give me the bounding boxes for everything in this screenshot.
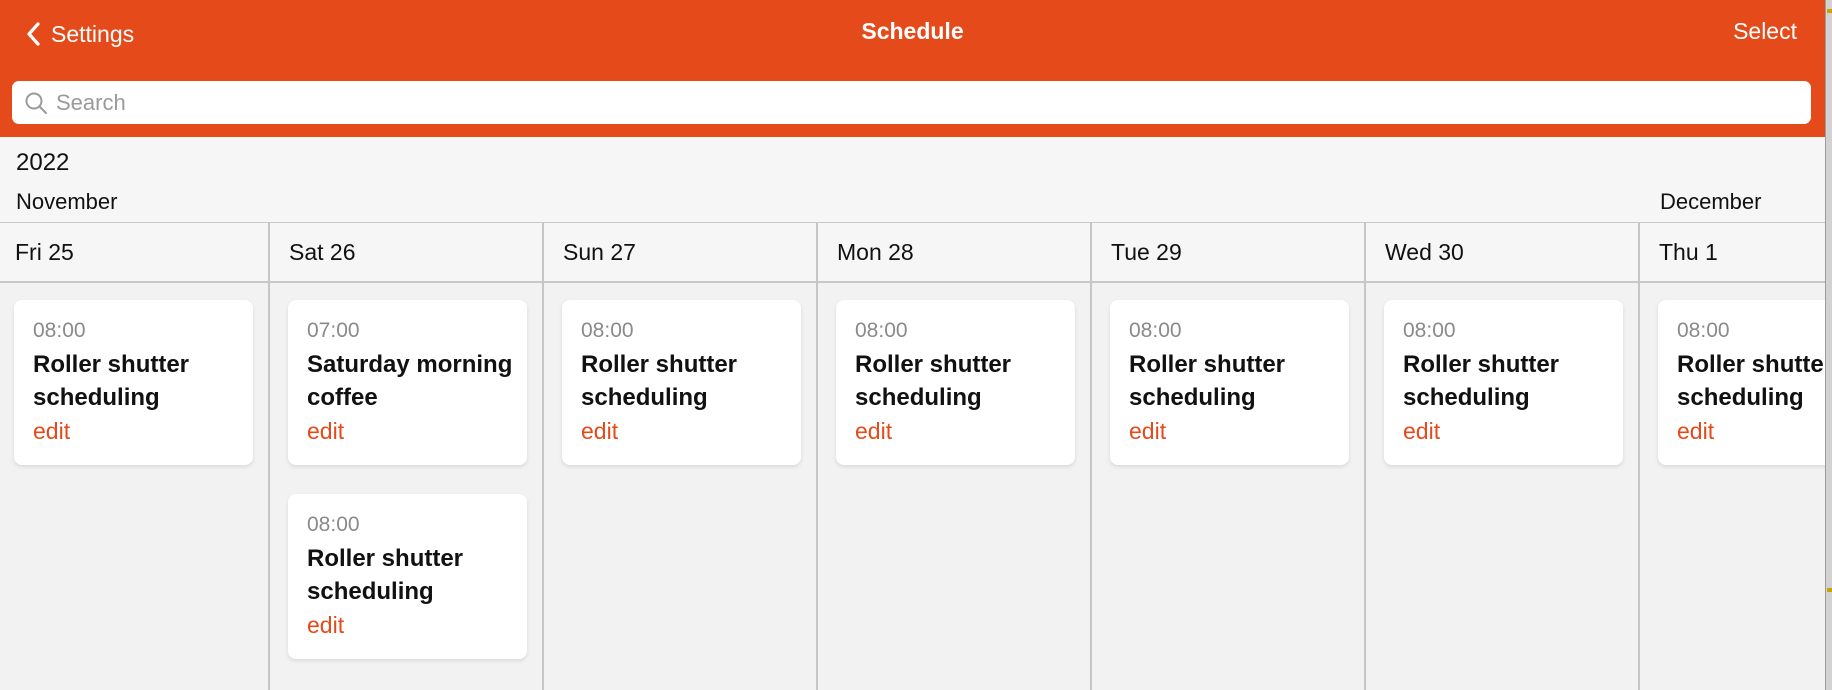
event-name: Roller shutter scheduling <box>1129 351 1286 411</box>
edit-link[interactable]: edit <box>33 417 70 445</box>
edit-link[interactable]: edit <box>1129 417 1166 445</box>
day-label: Wed 30 <box>1385 238 1464 265</box>
event-name: Roller shutter scheduling <box>1403 351 1560 411</box>
day-column: Thu 1 08:00 Roller shutter scheduling ed… <box>1640 223 1826 690</box>
day-column: Tue 29 08:00 Roller shutter scheduling e… <box>1092 223 1366 690</box>
day-events: 08:00 Roller shutter scheduling edit <box>0 283 268 465</box>
day-events: 08:00 Roller shutter scheduling edit <box>1640 283 1826 465</box>
day-label: Fri 25 <box>15 238 74 265</box>
navigation-bar: Settings Schedule Select <box>0 0 1825 137</box>
event-name: Saturday morning coffee <box>307 351 513 411</box>
day-header: Wed 30 <box>1366 223 1638 283</box>
day-label: Sat 26 <box>289 238 356 265</box>
event-card[interactable]: 08:00 Roller shutter scheduling edit <box>1110 300 1349 465</box>
edit-link[interactable]: edit <box>1403 417 1440 445</box>
event-time: 08:00 <box>33 319 86 342</box>
event-time: 07:00 <box>307 319 360 342</box>
event-time: 08:00 <box>855 319 908 342</box>
edit-link[interactable]: edit <box>581 417 618 445</box>
event-time: 08:00 <box>581 319 634 342</box>
day-header: Fri 25 <box>0 223 268 283</box>
event-card[interactable]: 08:00 Roller shutter scheduling edit <box>1384 300 1623 465</box>
day-events: 07:00 Saturday morning coffee edit 08:00… <box>270 283 542 659</box>
event-name: Roller shutter scheduling <box>581 351 738 411</box>
event-time: 08:00 <box>307 513 360 536</box>
day-column: Wed 30 08:00 Roller shutter scheduling e… <box>1366 223 1640 690</box>
event-card[interactable]: 08:00 Roller shutter scheduling edit <box>836 300 1075 465</box>
schedule-app: Settings Schedule Select 2022 November D… <box>0 0 1826 690</box>
event-card[interactable]: 08:00 Roller shutter scheduling edit <box>288 494 527 659</box>
event-time: 08:00 <box>1677 319 1730 342</box>
edit-link[interactable]: edit <box>307 417 344 445</box>
search-bar[interactable] <box>12 81 1811 124</box>
day-header: Tue 29 <box>1092 223 1364 283</box>
event-name: Roller shutter scheduling <box>307 545 464 605</box>
day-header: Sun 27 <box>544 223 816 283</box>
marker-tick <box>1827 9 1832 13</box>
event-card[interactable]: 07:00 Saturday morning coffee edit <box>288 300 527 465</box>
day-header: Thu 1 <box>1640 223 1825 283</box>
event-card[interactable]: 08:00 Roller shutter scheduling edit <box>1658 300 1826 465</box>
day-label: Tue 29 <box>1111 238 1182 265</box>
event-name: Roller shutter scheduling <box>33 351 190 411</box>
edit-link[interactable]: edit <box>1677 417 1714 445</box>
event-time: 08:00 <box>1403 319 1456 342</box>
year-label: 2022 <box>16 149 70 176</box>
window-edge <box>1827 0 1832 690</box>
event-name: Roller shutter scheduling <box>1677 351 1826 411</box>
search-input[interactable] <box>56 89 1811 116</box>
edit-link[interactable]: edit <box>307 611 344 639</box>
day-events: 08:00 Roller shutter scheduling edit <box>1092 283 1364 465</box>
search-icon <box>25 92 47 114</box>
day-column: Sat 26 07:00 Saturday morning coffee edi… <box>270 223 544 690</box>
select-button[interactable]: Select <box>1733 18 1797 45</box>
day-column: Mon 28 08:00 Roller shutter scheduling e… <box>818 223 1092 690</box>
marker-tick <box>1827 588 1832 592</box>
month-label-november: November <box>16 189 118 214</box>
edit-link[interactable]: edit <box>855 417 892 445</box>
page-title: Schedule <box>861 18 964 44</box>
day-events: 08:00 Roller shutter scheduling edit <box>1366 283 1638 465</box>
day-label: Mon 28 <box>837 238 914 265</box>
day-column: Fri 25 08:00 Roller shutter scheduling e… <box>0 223 270 690</box>
day-column: Sun 27 08:00 Roller shutter scheduling e… <box>544 223 818 690</box>
day-columns: Fri 25 08:00 Roller shutter scheduling e… <box>0 223 1826 690</box>
day-label: Sun 27 <box>563 238 636 265</box>
event-time: 08:00 <box>1129 319 1182 342</box>
month-label-december: December <box>1660 189 1762 214</box>
day-events: 08:00 Roller shutter scheduling edit <box>544 283 816 465</box>
day-label: Thu 1 <box>1659 238 1718 265</box>
event-card[interactable]: 08:00 Roller shutter scheduling edit <box>14 300 253 465</box>
day-header: Mon 28 <box>818 223 1090 283</box>
day-events: 08:00 Roller shutter scheduling edit <box>818 283 1090 465</box>
event-card[interactable]: 08:00 Roller shutter scheduling edit <box>562 300 801 465</box>
event-name: Roller shutter scheduling <box>855 351 1012 411</box>
day-header: Sat 26 <box>270 223 542 283</box>
